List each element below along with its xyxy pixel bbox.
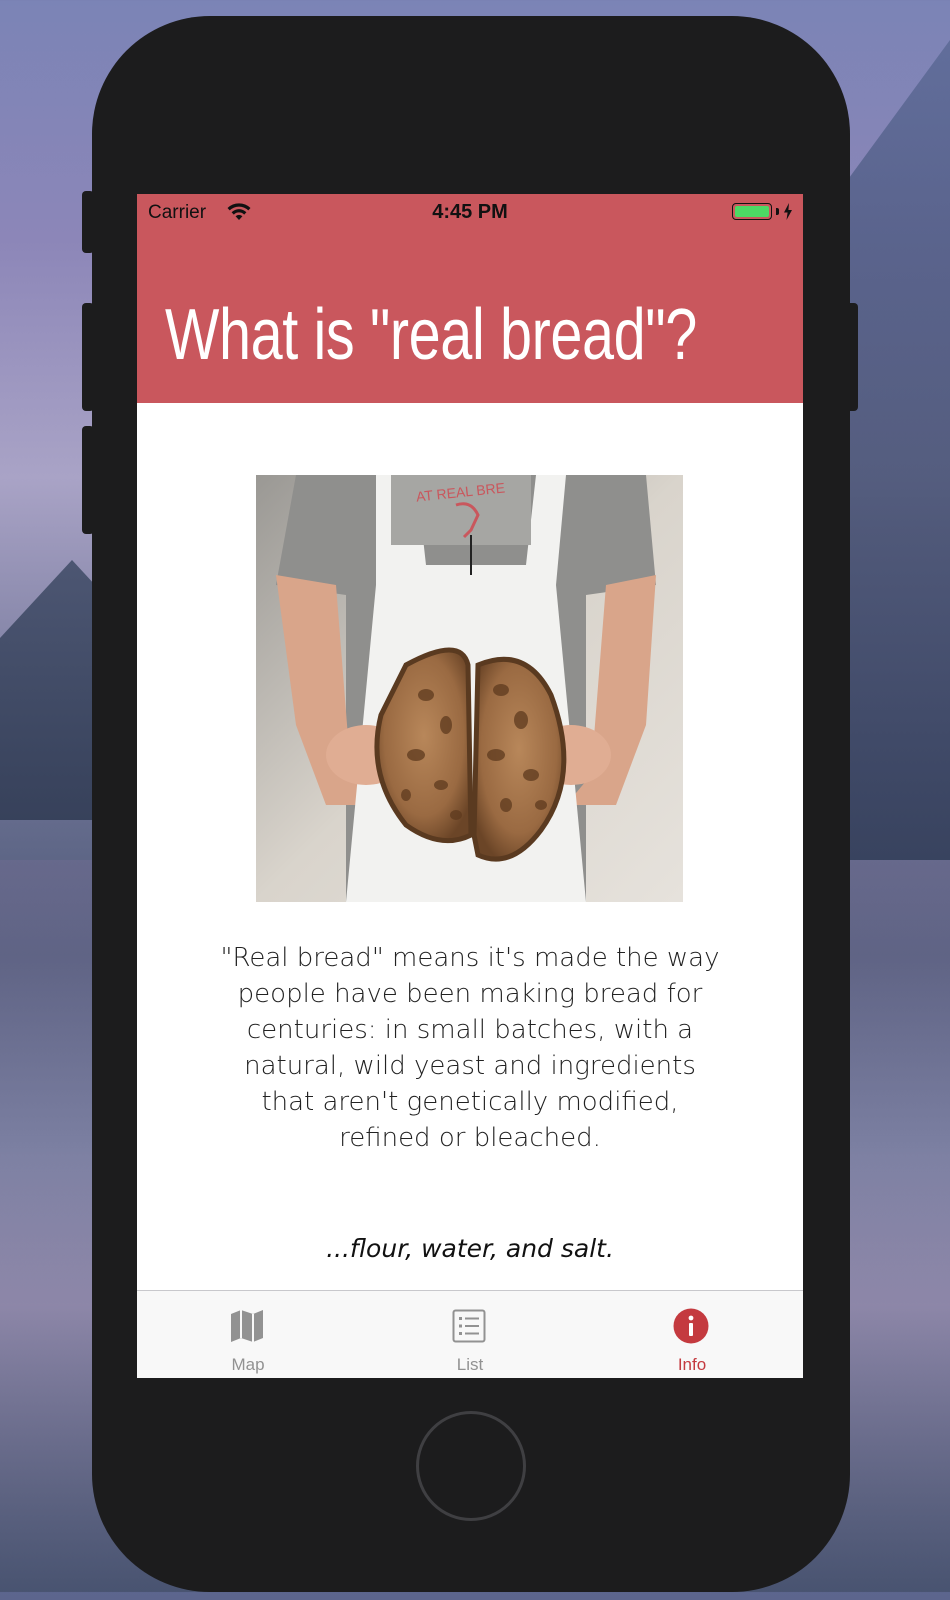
info-icon xyxy=(673,1308,709,1344)
battery-icon xyxy=(732,203,772,220)
list-icon xyxy=(452,1309,486,1343)
tab-label: Info xyxy=(677,1355,707,1374)
tab-list[interactable]: List xyxy=(359,1291,581,1378)
description-paragraph: "Real bread" means it's made the way peo… xyxy=(220,943,720,1153)
status-bar: Carrier 4:45 PM xyxy=(137,194,803,230)
clock: 4:45 PM xyxy=(432,201,508,223)
battery-nub xyxy=(776,208,779,215)
tab-label: Map xyxy=(231,1355,265,1374)
home-button[interactable] xyxy=(416,1411,526,1521)
tab-label: List xyxy=(456,1355,484,1374)
header: Carrier 4:45 PM What is "real bread"? xyxy=(137,194,803,403)
tagline: ...flour, water, and salt. xyxy=(326,1234,614,1263)
baker-holding-bread-image: AT REAL BRE xyxy=(256,475,683,902)
tab-bar: Map List Info xyxy=(137,1290,803,1378)
app-screen: Carrier 4:45 PM What is "real bread"? AT… xyxy=(137,194,803,1378)
page-title: What is "real bread"? xyxy=(165,295,697,375)
tab-map[interactable]: Map xyxy=(137,1291,359,1378)
charging-bolt-icon xyxy=(784,203,792,220)
map-icon xyxy=(231,1310,263,1342)
tab-info[interactable]: Info xyxy=(581,1291,803,1378)
